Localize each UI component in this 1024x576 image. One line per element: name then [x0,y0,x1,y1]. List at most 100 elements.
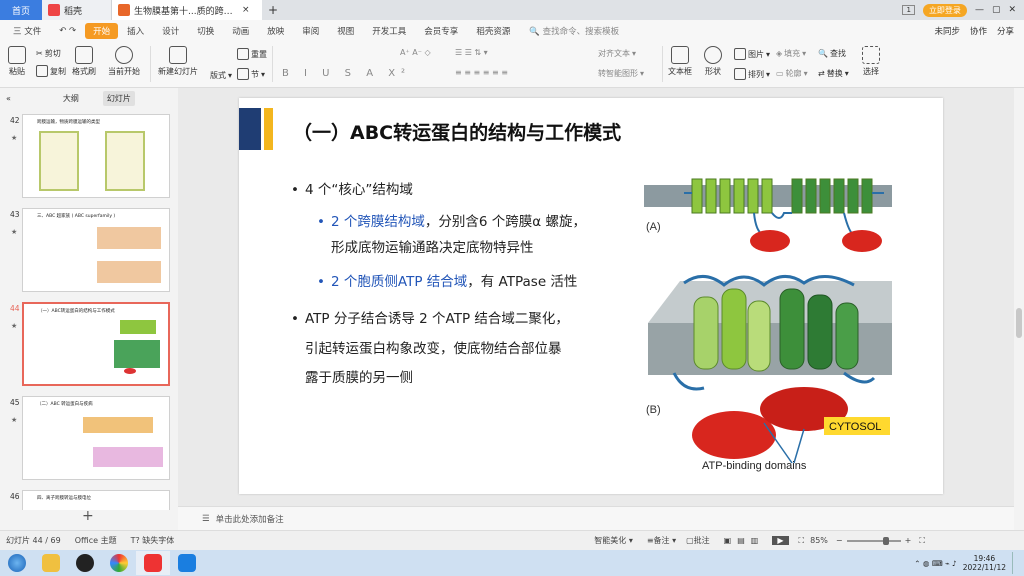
notes-icon: ☰ [202,513,210,524]
menu-developer[interactable]: 开发工具 [363,25,415,37]
text-box-button[interactable]: 文本框 [668,46,692,77]
format-painter-button[interactable]: 格式刷 [72,46,96,77]
from-current-button[interactable]: 当前开始 [108,46,140,77]
current-slide[interactable]: （一）ABC转运蛋白的结构与工作模式 • 4 个“核心”结构域 • 2 个跨膜结构域… [239,98,943,494]
menu-view[interactable]: 视图 [328,25,363,37]
arrange-button[interactable]: 排列 ▾ [734,68,770,80]
smart-beautify-button[interactable]: 智能美化 ▾ [594,535,633,546]
remarks-button[interactable]: ≡备注 ▾ [647,535,676,546]
bullet-1a[interactable]: • 2 个跨膜结构域，分别含6 个跨膜α 螺旋， [317,210,586,230]
menu-insert[interactable]: 插入 [118,25,153,37]
show-desktop-button[interactable] [1012,552,1018,574]
align-buttons[interactable]: ≡ ≡ ≡ ≡ ≡ ≡ [455,68,508,77]
add-slide-icon[interactable]: + [82,508,94,524]
taskbar-app-browser[interactable] [102,551,136,575]
picture-button[interactable]: 图片 ▾ [734,48,770,60]
divider [150,46,151,82]
new-slide-button[interactable]: 新建幻灯片 [158,46,198,77]
menu-daoke[interactable]: 稻壳资源 [467,25,519,37]
zoom-level[interactable]: 85% [810,536,828,545]
slide-thumbnail-42[interactable]: 42 ★ 跨膜运输，物质跨膜运输的类型 [10,114,170,200]
section-button[interactable]: 节 ▾ [237,68,265,80]
login-button[interactable]: 立即登录 [922,3,967,17]
copy-button[interactable]: 复制 [36,65,66,77]
slide-thumbnail-43[interactable]: 43 ★ 三、ABC 超家族 ( ABC superfamily ) [10,208,170,294]
minimize-icon[interactable]: — [975,5,984,15]
zoom-out-icon[interactable]: − [836,536,843,545]
restore-icon[interactable]: ▢ [992,5,1001,15]
clock[interactable]: 19:46 2022/11/12 [963,554,1006,572]
bullet-1b[interactable]: • 2 个胞质侧ATP 结合域，有 ATPase 活性 [317,270,577,290]
menu-file[interactable]: 三 文件 [4,25,50,37]
star-icon: ★ [11,322,18,330]
fit-window-icon[interactable]: ⛶ [799,536,805,546]
smartart-button[interactable]: 转智能图形 ▾ [598,68,644,79]
system-tray: ⌃ ◍ ⌨ ⌁ ♪ 19:46 2022/11/12 [914,552,1024,574]
close-tab-icon[interactable]: × [242,5,250,15]
bullet-1[interactable]: • 4 个“核心”结构域 [291,178,413,198]
menu-member[interactable]: 会员专享 [415,25,467,37]
undo-icon[interactable]: ↶ ↷ [50,26,85,36]
notes-pane[interactable]: ☰ 单击此处添加备注 [178,506,1014,530]
menu-transition[interactable]: 切换 [188,25,223,37]
font-style-buttons[interactable]: B I U S A X² [282,68,411,79]
tab-daoke[interactable]: 稻壳 [42,0,112,20]
taskbar-app-meeting[interactable] [170,551,204,575]
missing-font-button[interactable]: T? 缺失字体 [131,535,175,546]
menu-animation[interactable]: 动画 [223,25,258,37]
share-button[interactable]: 分享 [997,25,1014,37]
tab-outline[interactable]: 大纲 [59,91,83,106]
fit-icon[interactable]: ⛶ [919,536,925,546]
taskbar-app-qq[interactable] [68,551,102,575]
outline-button[interactable]: ▭ 轮廓 ▾ [776,68,808,79]
play-slideshow-icon[interactable]: ▶ [772,536,789,545]
menu-review[interactable]: 审阅 [293,25,328,37]
menu-slideshow[interactable]: 放映 [258,25,293,37]
collapse-panel-icon[interactable]: « [6,94,11,103]
find-button[interactable]: 🔍 查找 [818,48,846,59]
taskbar-app-wps[interactable] [136,551,170,575]
menu-start[interactable]: 开始 [85,23,119,39]
layout-button[interactable]: 版式 ▾ [210,70,232,81]
replace-button[interactable]: ⇄ 替换 ▾ [818,68,849,79]
comments-button[interactable]: ▢批注 [686,535,710,546]
taskbar-app-explorer[interactable] [34,551,68,575]
view-mode-buttons[interactable]: ▣▤▥ [724,536,765,545]
font-size-buttons[interactable]: A⁺ A⁻ ◇ [400,48,431,57]
collaborate-button[interactable]: 协作 [970,25,987,37]
close-window-icon[interactable]: ✕ [1008,5,1016,15]
vertical-scrollbar[interactable] [1014,88,1024,530]
slide-thumbnail-45[interactable]: 45 ★ （二）ABC 转运蛋白与疾病 [10,396,170,482]
tab-home[interactable]: 首页 [0,0,42,20]
status-bar: 幻灯片 44 / 69 Office 主题 T? 缺失字体 智能美化 ▾ ≡备注… [0,530,1024,550]
theme-name: Office 主题 [74,536,117,545]
fill-button[interactable]: ◈ 填充 ▾ [776,48,806,59]
zoom-slider-thumb[interactable] [882,536,889,545]
command-search[interactable]: 🔍 查找命令、搜索模板 [529,25,619,37]
slide-title[interactable]: （一）ABC转运蛋白的结构与工作模式 [293,118,621,145]
align-text-button[interactable]: 对齐文本 ▾ [598,48,636,59]
zoom-slider[interactable] [846,536,901,545]
list-buttons[interactable]: ☰ ☰ ⇅ ▾ [455,48,488,57]
bullet-1a-line2: 形成底物运输通路决定底物特异性 [331,240,534,256]
zoom-in-icon[interactable]: + [905,536,912,545]
new-tab-icon[interactable]: + [268,3,278,17]
sync-status[interactable]: 未同步 [934,25,960,37]
tab-document[interactable]: 生物膜基第十...质的跨膜运输 × [112,0,262,20]
browser-tab-bar: 首页 稻壳 生物膜基第十...质的跨膜运输 × + 1 立即登录 — ▢ ✕ [0,0,1024,20]
select-button[interactable]: 选择 [862,46,880,77]
reset-button[interactable]: 重置 [237,48,267,60]
slide-thumbnail-46[interactable]: 46 四、离子跨膜转运与膜电位 [10,490,170,510]
tray-icons[interactable]: ⌃ ◍ ⌨ ⌁ ♪ [914,559,957,568]
from-current-label: 当前开始 [108,67,140,76]
window-count-badge[interactable]: 1 [902,5,915,15]
slide-thumbnail-44[interactable]: 44 ★ （一）ABC转运蛋白的结构与工作模式 [10,302,170,388]
menu-design[interactable]: 设计 [153,25,188,37]
paste-button[interactable]: 粘贴 [8,46,26,77]
bullet-2[interactable]: • ATP 分子结合诱导 2 个ATP 结合域二聚化， [291,307,569,327]
tab-slides[interactable]: 幻灯片 [102,90,135,106]
start-button[interactable] [0,551,34,575]
shape-button[interactable]: 形状 [704,46,722,77]
cut-button[interactable]: ✂ 剪切 [36,48,61,59]
scroll-thumb[interactable] [1016,308,1022,338]
